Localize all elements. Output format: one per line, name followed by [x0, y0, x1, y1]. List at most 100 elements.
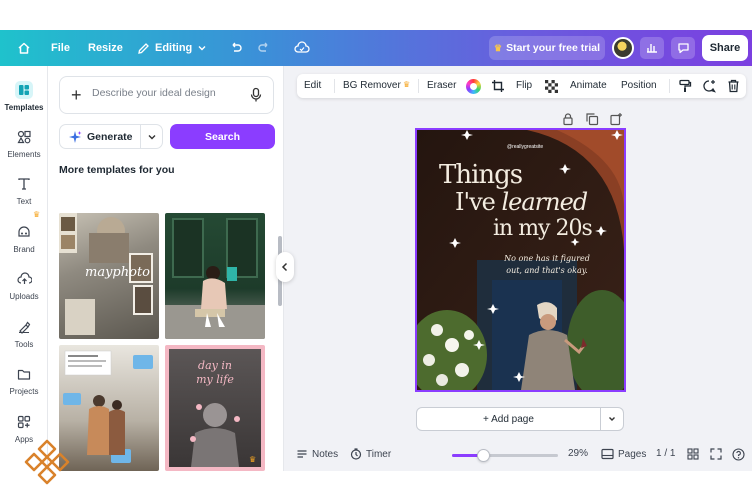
design-subtext-line1[interactable]: No one has it figured: [477, 254, 617, 263]
plus-icon[interactable]: +: [71, 86, 82, 104]
templates-icon: [15, 81, 33, 99]
lock-icon[interactable]: [561, 112, 575, 126]
headline-word: I've: [455, 188, 496, 216]
design-headline-line2[interactable]: I've learned: [455, 188, 588, 216]
eraser-button[interactable]: Eraser: [427, 80, 456, 91]
rail-label: Uploads: [9, 292, 39, 301]
rail-item-elements[interactable]: Elements: [0, 128, 48, 159]
design-headline-line3[interactable]: in my 20s: [493, 216, 593, 241]
file-menu[interactable]: File: [51, 30, 70, 66]
transparency-icon[interactable]: [543, 78, 559, 94]
comment-add-icon[interactable]: [701, 78, 717, 94]
template-thumbnail[interactable]: [165, 213, 265, 339]
templates-panel: + Generate Search More templates for you: [48, 66, 284, 471]
search-button[interactable]: Search: [170, 124, 275, 149]
trial-label: Start your free trial: [506, 42, 601, 54]
zoom-percentage[interactable]: 29%: [568, 448, 588, 459]
brand-icon: [15, 223, 33, 241]
color-picker-icon[interactable]: [465, 78, 481, 94]
rail-item-templates[interactable]: Templates: [0, 81, 48, 112]
rail-label: Projects: [9, 387, 39, 396]
crown-icon: ♛: [403, 80, 411, 89]
duplicate-icon[interactable]: [585, 112, 599, 126]
grid-view-icon[interactable]: [687, 448, 699, 460]
rail-item-projects[interactable]: Projects: [0, 365, 48, 396]
avatar[interactable]: [612, 37, 634, 59]
chevron-down-icon[interactable]: [146, 131, 158, 143]
chevron-down-icon: [198, 46, 206, 51]
undo-icon[interactable]: [228, 40, 244, 56]
trash-icon[interactable]: [725, 78, 741, 94]
zoom-slider[interactable]: [452, 449, 558, 462]
template-preview-image: [63, 350, 153, 463]
describe-design-box[interactable]: +: [59, 76, 274, 114]
fullscreen-icon[interactable]: [710, 448, 722, 460]
page-count-label: 1 / 1: [656, 448, 676, 459]
bg-remover-button[interactable]: BG Remover: [343, 80, 401, 91]
flip-button[interactable]: Flip: [516, 80, 532, 91]
sparkle-icon: [69, 131, 82, 143]
uploads-icon: [15, 270, 33, 288]
tools-icon: [15, 318, 33, 336]
template-thumbnail[interactable]: [59, 345, 159, 471]
cloud-saved-icon[interactable]: [294, 40, 310, 56]
design-subtext-line2[interactable]: out, and that's okay.: [477, 266, 617, 275]
template-thumbnail[interactable]: day in my life ♛: [165, 345, 265, 471]
crop-icon[interactable]: [490, 78, 506, 94]
design-handle-text[interactable]: @reallygreatsite: [507, 144, 543, 150]
zoom-slider-handle[interactable]: [476, 449, 490, 462]
rail-item-uploads[interactable]: Uploads: [0, 270, 48, 301]
chevron-down-icon: [609, 417, 615, 421]
design-headline-line1[interactable]: Things: [439, 160, 523, 190]
divider: [418, 79, 419, 93]
position-button[interactable]: Position: [621, 80, 657, 91]
notes-button[interactable]: Notes: [296, 448, 338, 460]
paint-roller-icon[interactable]: [677, 78, 693, 94]
timer-icon: [350, 448, 362, 460]
headline-word-italic: learned: [501, 188, 588, 216]
pages-button[interactable]: Pages: [601, 448, 646, 460]
add-page-options-button[interactable]: [601, 407, 624, 431]
bar-chart-icon: [647, 44, 657, 53]
divider: [334, 79, 335, 93]
app-window: File Resize Editing ♛ Start your free tr…: [0, 30, 752, 471]
search-label: Search: [204, 130, 241, 143]
editing-mode-dropdown[interactable]: Editing: [137, 30, 207, 66]
add-page-label: + Add page: [483, 413, 534, 425]
resize-label: Resize: [88, 42, 123, 54]
divider: [140, 125, 141, 148]
microphone-icon[interactable]: [248, 87, 264, 103]
apps-icon: [15, 413, 33, 431]
home-icon[interactable]: [16, 40, 32, 56]
add-page-icon[interactable]: [609, 112, 623, 126]
comments-button[interactable]: [671, 37, 695, 59]
animate-button[interactable]: Animate: [570, 80, 607, 91]
edit-button[interactable]: Edit: [304, 80, 321, 91]
rail-item-tools[interactable]: Tools: [0, 318, 48, 349]
text-icon: [15, 175, 33, 193]
rail-item-text[interactable]: Text: [0, 175, 48, 206]
timer-button[interactable]: Timer: [350, 448, 391, 460]
design-page[interactable]: @reallygreatsite Things I've learned in …: [415, 128, 626, 392]
generate-button[interactable]: Generate: [59, 124, 163, 149]
template-thumbnail[interactable]: mayphoto: [59, 213, 159, 339]
analytics-button[interactable]: [640, 37, 664, 59]
share-button[interactable]: Share: [702, 35, 748, 61]
crown-icon: ♛: [249, 455, 257, 464]
add-page-button[interactable]: + Add page: [416, 407, 601, 431]
template-subtitle: my life: [196, 373, 234, 386]
describe-design-input[interactable]: [92, 87, 242, 99]
rail-label: Text: [16, 197, 32, 206]
rail-item-brand[interactable]: Brand: [0, 223, 48, 254]
help-icon[interactable]: [732, 448, 745, 461]
comment-icon: [677, 43, 689, 54]
canvas-area: Edit BG Remover ♛ Eraser Flip Animate Po…: [288, 66, 752, 435]
zoom-label: 29%: [568, 448, 589, 459]
free-trial-button[interactable]: ♛ Start your free trial: [489, 36, 605, 60]
notes-label: Notes: [312, 448, 339, 460]
resize-button[interactable]: Resize: [88, 30, 123, 66]
redo-icon[interactable]: [256, 40, 272, 56]
crown-icon: ♛: [493, 42, 503, 53]
template-preview-image: [165, 218, 265, 339]
template-title: day in: [198, 359, 232, 372]
